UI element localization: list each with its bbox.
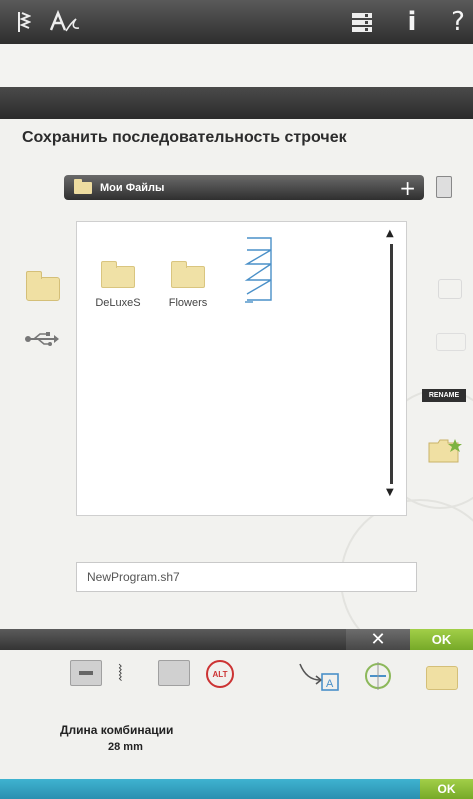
rename-button[interactable]: RENAME bbox=[422, 389, 466, 402]
path-bar[interactable]: Мои Файлы + bbox=[64, 175, 424, 200]
folder-icon bbox=[171, 261, 205, 288]
bottom-bar: OK bbox=[0, 779, 473, 799]
move-icon[interactable] bbox=[436, 333, 466, 351]
folder-icon bbox=[101, 261, 135, 288]
copy-icon[interactable] bbox=[438, 279, 462, 299]
sequence-length-value: 28 mm bbox=[108, 741, 143, 753]
usb-icon[interactable] bbox=[24, 331, 60, 347]
plus-icon[interactable]: + bbox=[399, 175, 416, 200]
dialog-action-bar: ✕ OK bbox=[0, 629, 473, 650]
sequence-length-label: Длина комбинации bbox=[60, 723, 174, 737]
folder-icon[interactable] bbox=[426, 666, 458, 690]
list-item-label: Flowers bbox=[168, 297, 208, 309]
filename-input[interactable]: NewProgram.sh7 bbox=[76, 562, 417, 592]
cancel-button[interactable]: ✕ bbox=[346, 629, 410, 650]
ok-button[interactable]: OK bbox=[410, 629, 473, 650]
mirror-icon[interactable] bbox=[358, 658, 398, 692]
stitch-tools-row: ⦚ ALT A bbox=[0, 650, 473, 710]
folder-icon bbox=[74, 178, 92, 194]
alt-button[interactable]: ALT bbox=[206, 660, 234, 688]
top-toolbar: i ? bbox=[0, 0, 473, 44]
svg-text:A: A bbox=[326, 678, 334, 690]
scroll-up-icon[interactable]: ▲ bbox=[386, 228, 394, 239]
info-icon[interactable]: i bbox=[402, 0, 422, 44]
path-label: Мои Файлы bbox=[100, 181, 165, 194]
stitch-sequence-file-icon[interactable] bbox=[243, 236, 277, 306]
save-dialog: Сохранить последовательность строчек Мои… bbox=[10, 119, 473, 629]
dialog-title: Сохранить последовательность строчек bbox=[22, 129, 347, 146]
file-manager-icon[interactable] bbox=[348, 0, 378, 44]
folder-icon[interactable] bbox=[26, 271, 60, 301]
font-icon[interactable] bbox=[46, 0, 84, 44]
scrollbar[interactable] bbox=[390, 244, 393, 484]
document-icon[interactable] bbox=[436, 176, 452, 198]
list-item-label: DeLuxeS bbox=[95, 297, 141, 309]
zigzag-icon[interactable]: ⦚ bbox=[118, 662, 123, 687]
file-list-panel: DeLuxeS Flowers ▲ ▼ bbox=[76, 221, 407, 516]
move-stitch-icon[interactable]: A bbox=[296, 660, 346, 694]
new-folder-icon[interactable] bbox=[428, 437, 462, 463]
list-item[interactable]: DeLuxeS bbox=[85, 260, 151, 309]
list-item[interactable]: Flowers bbox=[155, 260, 221, 309]
stitch-menu-icon[interactable] bbox=[12, 0, 36, 44]
help-icon[interactable]: ? bbox=[446, 0, 470, 44]
stitch-box-icon[interactable] bbox=[158, 660, 190, 686]
delete-stitch-icon[interactable] bbox=[70, 660, 102, 686]
dialog-header-bar bbox=[0, 87, 473, 119]
bottom-ok-button[interactable]: OK bbox=[420, 779, 473, 799]
scroll-down-icon[interactable]: ▼ bbox=[386, 487, 394, 498]
header-space bbox=[0, 44, 473, 87]
